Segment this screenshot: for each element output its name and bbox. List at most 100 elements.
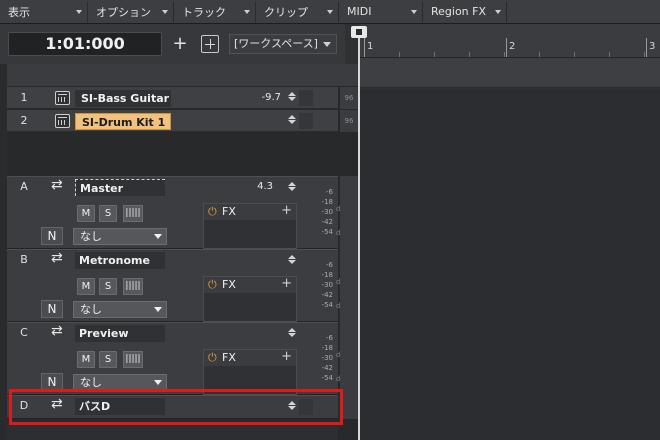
chevron-down-icon: [495, 9, 501, 14]
left-gutter: [0, 64, 7, 440]
route-icon[interactable]: [51, 177, 67, 193]
marker-lane[interactable]: [360, 58, 660, 88]
menu-item-3[interactable]: クリップ: [256, 1, 339, 22]
meter-scale-tick: -18: [321, 344, 333, 352]
meter-scale-tick: -18: [321, 198, 333, 206]
menu-item-label: トラック: [182, 5, 226, 19]
meter-scale-tick: -18: [321, 271, 333, 279]
time-display[interactable]: 1:01:000: [8, 32, 162, 56]
menu-item-5[interactable]: Region FX: [423, 1, 507, 22]
workspace-dropdown[interactable]: [ワークスペース]: [229, 34, 337, 54]
meter-scale: -6 -18 -30 -42 -54: [307, 260, 333, 310]
track-name-field[interactable]: SI-Drum Kit 1: [75, 113, 171, 130]
route-icon[interactable]: [51, 323, 67, 339]
menu-item-label: 表示: [8, 5, 30, 19]
bus-track[interactable]: CPreviewMS|||||Nなし⏻FX+-6-18-30-42-54dBdB: [7, 322, 345, 395]
output-select-label: なし: [80, 230, 102, 243]
menu-item-label: MIDI: [347, 5, 372, 18]
chevron-down-icon: [76, 9, 82, 14]
fx-bin[interactable]: ⏻ FX +: [203, 203, 297, 249]
solo-button[interactable]: S: [99, 278, 117, 295]
meter-scale-tick: -54: [321, 228, 333, 236]
input-echo-icon[interactable]: |||||: [123, 205, 143, 222]
menu-item-0[interactable]: 表示: [0, 1, 88, 22]
instrument-icon[interactable]: [55, 91, 70, 105]
fx-bin-header: ⏻ FX +: [204, 349, 296, 366]
automation-icon[interactable]: N: [41, 227, 63, 245]
power-icon[interactable]: ⏻: [208, 205, 217, 219]
mute-button[interactable]: M: [77, 205, 95, 222]
output-select-label: なし: [80, 303, 102, 316]
mute-button[interactable]: M: [77, 351, 95, 368]
input-echo-icon[interactable]: |||||: [123, 278, 143, 295]
expand-arrows-icon[interactable]: [287, 92, 297, 104]
mute-button[interactable]: M: [77, 278, 95, 295]
transport-panel: 1:01:000 + [ワークスペース]: [0, 24, 345, 64]
now-time-marker[interactable]: [351, 26, 367, 38]
clips-pane[interactable]: [360, 89, 660, 440]
bus-track[interactable]: AMaster4.3MS|||||Nなし⏻FX+-6-18-30-42-54dB…: [7, 176, 345, 249]
meter-scale-tick: -30: [321, 354, 333, 362]
empty-track-area[interactable]: [7, 132, 338, 172]
ruler-tick: [504, 52, 505, 57]
bus-name-field[interactable]: Metronome: [75, 252, 165, 269]
solo-button[interactable]: S: [99, 351, 117, 368]
bus-volume[interactable]: 4.3: [237, 177, 273, 197]
bus-scale-strip: [340, 322, 358, 395]
highlight-box: [9, 389, 343, 425]
track-row[interactable]: 2 SI-Drum Kit 1: [7, 110, 338, 132]
bar-number: 2: [509, 41, 516, 52]
insert-track-icon[interactable]: [201, 35, 219, 53]
power-icon[interactable]: ⏻: [208, 278, 217, 292]
solo-button[interactable]: S: [99, 205, 117, 222]
instrument-icon[interactable]: [55, 114, 70, 128]
bus-name-field[interactable]: Preview: [75, 325, 165, 342]
automation-icon[interactable]: N: [41, 300, 63, 318]
bus-track[interactable]: BMetronomeMS|||||Nなし⏻FX+-6-18-30-42-54dB…: [7, 249, 345, 322]
expand-arrows-icon[interactable]: [287, 182, 297, 194]
track-meter: [299, 90, 313, 106]
ruler-tick: [574, 52, 575, 57]
input-echo-icon[interactable]: |||||: [123, 351, 143, 368]
add-fx-icon[interactable]: +: [281, 203, 292, 218]
track-number: 1: [20, 91, 28, 104]
menu-item-1[interactable]: オプション: [88, 1, 174, 22]
track-name-field[interactable]: SI-Bass Guitar: [75, 90, 171, 107]
route-icon[interactable]: [51, 250, 67, 266]
expand-arrows-icon[interactable]: [287, 255, 297, 267]
add-fx-icon[interactable]: +: [281, 349, 292, 364]
expand-arrows-icon[interactable]: [287, 115, 297, 127]
ruler-tick: [399, 52, 400, 57]
timeline-ruler[interactable]: 1 2 3: [360, 24, 660, 58]
workspace-label: [ワークスペース]: [234, 37, 318, 50]
chevron-down-icon: [411, 9, 417, 14]
fx-bin-header: ⏻ FX +: [204, 203, 296, 220]
track-row[interactable]: 1 SI-Bass Guitar -9.7: [7, 87, 338, 109]
bar-number: 3: [649, 41, 656, 52]
bar-line: [646, 38, 647, 57]
ruler-tick: [644, 52, 645, 57]
ruler-tick: [609, 52, 610, 57]
chevron-down-icon: [154, 380, 162, 385]
menu-item-label: オプション: [96, 5, 151, 19]
add-fx-icon[interactable]: +: [281, 276, 292, 291]
track-list-header: [7, 64, 358, 86]
menu-item-4[interactable]: MIDI: [339, 1, 423, 22]
meter-scale-tick: -6: [326, 188, 333, 196]
chevron-down-icon: [162, 9, 168, 14]
bar-number: 1: [367, 41, 374, 52]
output-select-label: なし: [80, 376, 102, 389]
track-volume[interactable]: -9.7: [241, 87, 281, 109]
bus-letter: A: [20, 180, 28, 193]
bar-line: [506, 38, 507, 57]
menu-item-2[interactable]: トラック: [174, 1, 256, 22]
expand-arrows-icon[interactable]: [287, 328, 297, 340]
output-select[interactable]: なし: [73, 301, 167, 318]
add-button[interactable]: +: [170, 34, 190, 54]
fx-bin[interactable]: ⏻ FX +: [203, 276, 297, 322]
fx-label: FX: [222, 278, 236, 291]
bus-name-field[interactable]: Master: [75, 179, 165, 196]
output-select[interactable]: なし: [73, 228, 167, 245]
power-icon[interactable]: ⏻: [208, 351, 217, 365]
now-time-line[interactable]: [358, 38, 360, 440]
